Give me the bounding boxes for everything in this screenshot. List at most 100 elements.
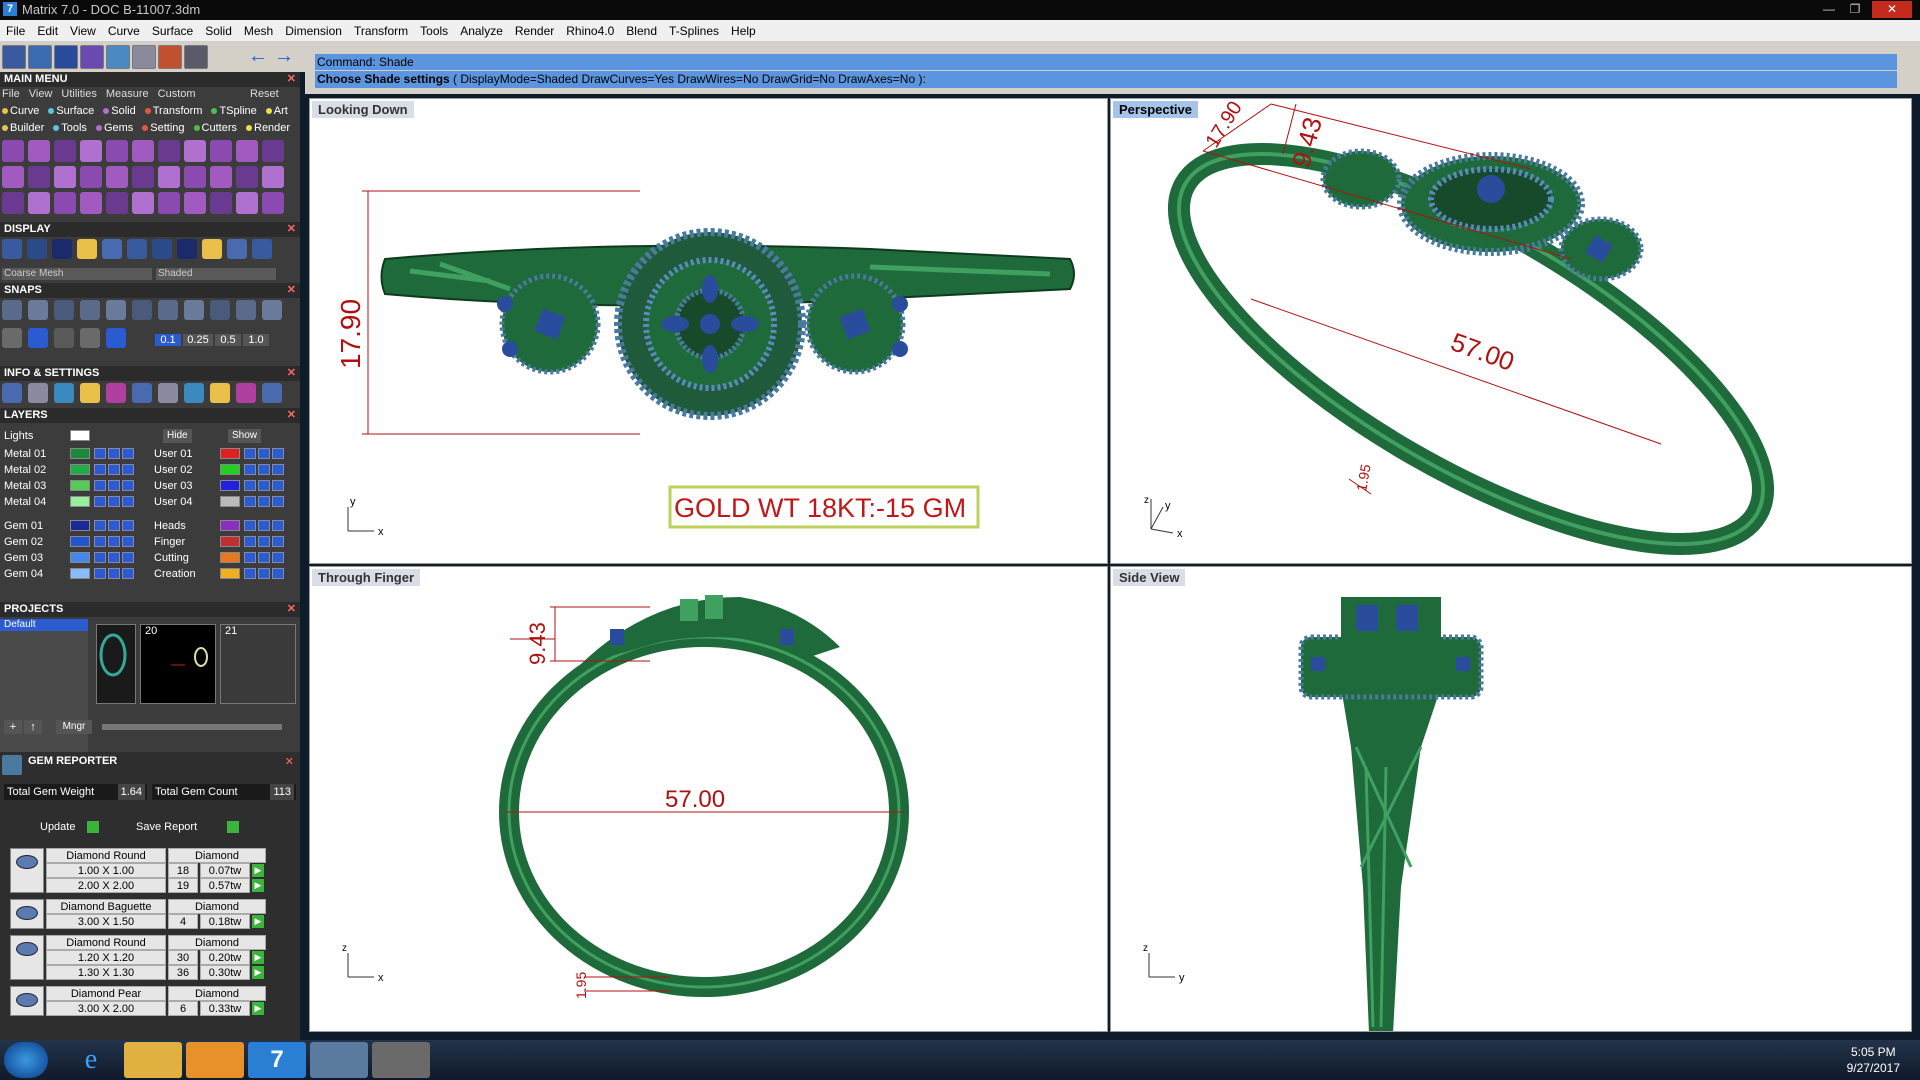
snapicons-tool-icon[interactable]: [28, 300, 48, 320]
reset-button[interactable]: Reset: [250, 87, 279, 101]
builder-setting[interactable]: Setting: [142, 121, 185, 135]
up-arrow-icon[interactable]: ↑: [24, 720, 42, 734]
snapicons-tool-icon[interactable]: [132, 300, 152, 320]
shade-select[interactable]: Shaded: [156, 268, 276, 280]
layer-row[interactable]: Metal 03: [0, 479, 148, 493]
dispicons-tool-icon[interactable]: [27, 239, 47, 259]
tools-taskbar-icon[interactable]: [372, 1042, 430, 1078]
builder-solid[interactable]: Solid: [103, 104, 136, 118]
project-thumb-3[interactable]: 21: [220, 624, 296, 704]
menu-blend[interactable]: Blend: [620, 20, 663, 42]
shade-icon[interactable]: [106, 45, 130, 69]
builder-cutters[interactable]: Cutters: [193, 121, 237, 135]
tab-utilities[interactable]: Utilities: [61, 87, 96, 101]
toolgrid-tool-icon[interactable]: [106, 166, 128, 188]
menu-dimension[interactable]: Dimension: [279, 20, 348, 42]
layer-row[interactable]: Metal 04: [0, 495, 148, 509]
close-icon[interactable]: ✕: [1872, 1, 1912, 18]
layer-toggle-icon[interactable]: [122, 464, 134, 475]
toolgrid-tool-icon[interactable]: [210, 166, 232, 188]
windows-start-icon[interactable]: [4, 1042, 48, 1078]
play-icon[interactable]: ▶: [252, 864, 264, 877]
infoicons-tool-icon[interactable]: [210, 383, 230, 403]
menu-transform[interactable]: Transform: [348, 20, 414, 42]
snapicons-tool-icon[interactable]: [54, 300, 74, 320]
close-icon[interactable]: ✕: [287, 283, 296, 298]
toolgrid-tool-icon[interactable]: [2, 192, 24, 214]
menu-mesh[interactable]: Mesh: [238, 20, 279, 42]
render-icon[interactable]: [54, 45, 78, 69]
layer-toggle-icon[interactable]: [272, 464, 284, 475]
builder-builder[interactable]: Builder: [2, 121, 44, 135]
menu-tsplines[interactable]: T-Splines: [663, 20, 725, 42]
tab-measure[interactable]: Measure: [106, 87, 149, 101]
dispicons-tool-icon[interactable]: [77, 239, 97, 259]
snapicons2-tool-icon[interactable]: [80, 328, 100, 348]
snapicons-tool-icon[interactable]: [2, 300, 22, 320]
dispicons-tool-icon[interactable]: [177, 239, 197, 259]
layer-color-swatch[interactable]: [220, 496, 240, 507]
layer-toggle-icon[interactable]: [258, 464, 270, 475]
toolgrid-tool-icon[interactable]: [184, 140, 206, 162]
layer-toggle-icon[interactable]: [94, 496, 106, 507]
project-thumb-1[interactable]: [96, 624, 136, 704]
dispicons-tool-icon[interactable]: [227, 239, 247, 259]
menu-file[interactable]: File: [0, 20, 31, 42]
layer-toggle-icon[interactable]: [272, 552, 284, 563]
layer-toggle-icon[interactable]: [108, 464, 120, 475]
toolgrid-tool-icon[interactable]: [132, 140, 154, 162]
layer-toggle-icon[interactable]: [258, 480, 270, 491]
lights-swatch[interactable]: [70, 430, 90, 441]
infoicons-tool-icon[interactable]: [236, 383, 256, 403]
layer-toggle-icon[interactable]: [94, 480, 106, 491]
layer-toggle-icon[interactable]: [94, 568, 106, 579]
layer-toggle-icon[interactable]: [108, 536, 120, 547]
layer-row[interactable]: Metal 02: [0, 463, 148, 477]
layer-toggle-icon[interactable]: [244, 552, 256, 563]
layer-toggle-icon[interactable]: [122, 552, 134, 563]
toolgrid-tool-icon[interactable]: [80, 140, 102, 162]
toolgrid-tool-icon[interactable]: [262, 192, 284, 214]
dispicons-tool-icon[interactable]: [102, 239, 122, 259]
toolgrid-tool-icon[interactable]: [28, 192, 50, 214]
play-icon[interactable]: ▶: [252, 1002, 264, 1015]
menu-tools[interactable]: Tools: [414, 20, 454, 42]
tab-file[interactable]: File: [2, 87, 20, 101]
layer-color-swatch[interactable]: [70, 536, 90, 547]
toolgrid-tool-icon[interactable]: [236, 192, 258, 214]
restore-icon[interactable]: ❐: [1844, 1, 1866, 18]
snapicons2-tool-icon[interactable]: [54, 328, 74, 348]
layer-row[interactable]: Finger: [150, 535, 298, 549]
toolgrid-tool-icon[interactable]: [262, 140, 284, 162]
layer-toggle-icon[interactable]: [244, 496, 256, 507]
layer-color-swatch[interactable]: [220, 520, 240, 531]
snap-value-0[interactable]: 0.1: [155, 334, 181, 346]
snapicons-tool-icon[interactable]: [210, 300, 230, 320]
layer-toggle-icon[interactable]: [244, 464, 256, 475]
layer-color-swatch[interactable]: [70, 568, 90, 579]
close-icon[interactable]: ✕: [287, 408, 296, 423]
toolgrid-tool-icon[interactable]: [80, 166, 102, 188]
layer-color-swatch[interactable]: [220, 552, 240, 563]
snapicons2-tool-icon[interactable]: [28, 328, 48, 348]
gem-icon[interactable]: [158, 45, 182, 69]
snapicons-tool-icon[interactable]: [80, 300, 100, 320]
toolgrid-tool-icon[interactable]: [210, 140, 232, 162]
menu-solid[interactable]: Solid: [199, 20, 238, 42]
toolgrid-tool-icon[interactable]: [158, 192, 180, 214]
layer-row[interactable]: User 03: [150, 479, 298, 493]
toolgrid-tool-icon[interactable]: [2, 140, 24, 162]
layer-color-swatch[interactable]: [220, 464, 240, 475]
dispicons-tool-icon[interactable]: [152, 239, 172, 259]
layer-color-swatch[interactable]: [70, 480, 90, 491]
layer-toggle-icon[interactable]: [272, 480, 284, 491]
layer-toggle-icon[interactable]: [108, 496, 120, 507]
layer-toggle-icon[interactable]: [94, 536, 106, 547]
layer-color-swatch[interactable]: [220, 448, 240, 459]
snap-value-2[interactable]: 0.5: [215, 334, 241, 346]
project-thumb-2[interactable]: 20: [140, 624, 216, 704]
viewport-icon[interactable]: [132, 45, 156, 69]
layer-toggle-icon[interactable]: [122, 480, 134, 491]
manager-button[interactable]: Mngr: [56, 720, 92, 734]
toolgrid-tool-icon[interactable]: [106, 140, 128, 162]
